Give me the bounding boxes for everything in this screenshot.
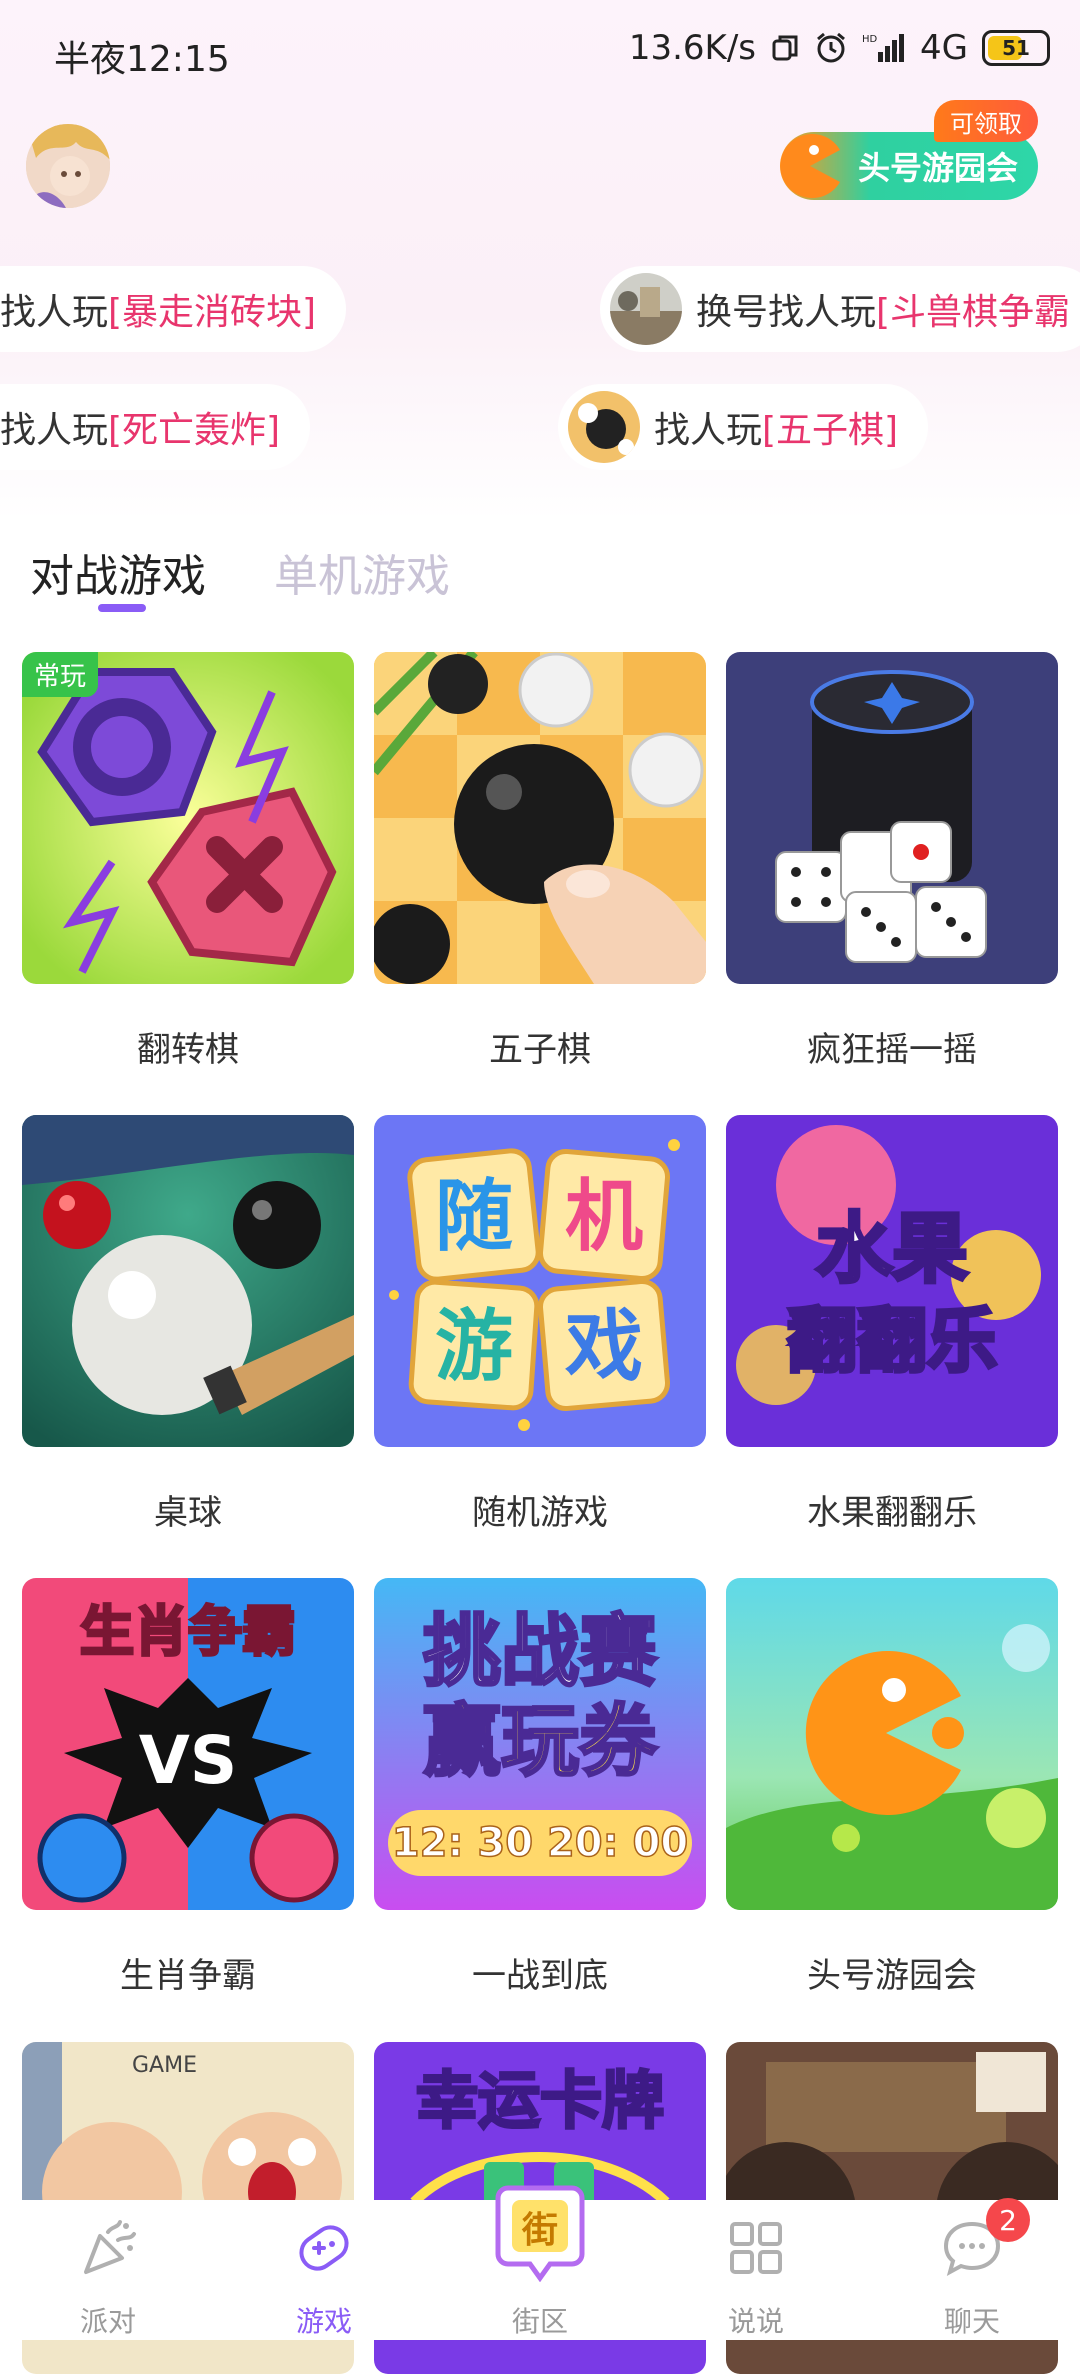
street-icon: 街	[495, 2185, 585, 2282]
chip-avatar	[610, 273, 682, 345]
marquee-chip[interactable]: 换号找人玩 [斗兽棋争霸	[600, 266, 1080, 352]
copy-icon	[772, 35, 798, 61]
tab-indicator	[98, 604, 146, 612]
art-text: 机	[565, 1172, 643, 1262]
chip-prefix: 换号找人玩	[696, 292, 877, 333]
art-text: 生肖争霸	[80, 1600, 296, 1663]
marquee-chip[interactable]: 找人玩 [暴走消砖块]	[0, 266, 347, 352]
game-name: 五子棋	[489, 1030, 591, 1070]
game-thumbnail	[374, 652, 706, 984]
chip-prefix: 找人玩	[0, 410, 109, 451]
game-tile-zodiac[interactable]: 生肖争霸 VS 生肖争霸	[22, 1578, 354, 1997]
tab-battle-games[interactable]: 对战游戏	[30, 540, 206, 604]
game-name: 桌球	[154, 1493, 222, 1533]
art-text: 12: 30 20: 00	[392, 1820, 688, 1866]
art-text: 翻翻乐	[787, 1300, 997, 1382]
svg-text:街: 街	[521, 2210, 558, 2251]
nav-label: 街区	[511, 2305, 568, 2338]
game-name: 头号游园会	[807, 1956, 977, 1996]
game-name: 一战到底	[472, 1956, 608, 1996]
game-name: 生肖争霸	[120, 1956, 256, 1996]
art-text: 赢玩券	[423, 1697, 658, 1787]
chat-unread-badge: 2	[986, 2198, 1030, 2242]
pacman-icon	[780, 134, 840, 198]
tab-single-games[interactable]: 单机游戏	[274, 540, 450, 604]
game-tile-gomoku[interactable]: 五子棋	[374, 652, 706, 1071]
chip-game: [死亡轰炸]	[108, 410, 281, 451]
game-name: 疯狂摇一摇	[807, 1030, 977, 1070]
game-tile-reversi[interactable]: 常玩 翻转棋	[22, 652, 354, 1071]
game-name: 随机游戏	[472, 1493, 608, 1533]
game-thumbnail: 生肖争霸 VS	[22, 1578, 354, 1910]
game-tile-billiards[interactable]: 桌球	[22, 1115, 354, 1534]
art-text: 随	[435, 1172, 513, 1262]
status-bar: 半夜12:15 13.6K/s HD 4G 51	[0, 0, 1080, 100]
game-thumbnail: 挑战赛 赢玩券 12: 30 20: 00	[374, 1578, 706, 1910]
art-text: 戏	[565, 1302, 643, 1392]
art-text: 水果	[816, 1204, 968, 1293]
game-thumbnail: 常玩	[22, 652, 354, 984]
nav-chat[interactable]: 聊天	[864, 2200, 1080, 2340]
network-type: 4G	[920, 28, 968, 68]
bottom-nav: 派对 游戏 街 街区 说说 聊天	[0, 2185, 1080, 2340]
nav-party[interactable]: 派对	[0, 2200, 216, 2340]
gamepad-icon	[299, 2225, 349, 2271]
net-speed: 13.6K/s	[628, 28, 757, 68]
status-icons: 13.6K/s HD 4G 51	[629, 28, 1050, 68]
nav-label: 游戏	[295, 2305, 352, 2338]
art-text: 挑战赛	[423, 1607, 658, 1697]
avatar[interactable]	[26, 124, 110, 208]
chip-game: [斗兽棋争霸	[876, 292, 1071, 333]
chip-prefix: 找人玩	[654, 410, 763, 451]
art-text: VS	[139, 1722, 238, 1799]
frequent-tag: 常玩	[22, 652, 99, 697]
game-tile-park-event[interactable]: 头号游园会	[726, 1578, 1058, 1997]
game-tile-shake[interactable]: 疯狂摇一摇	[726, 652, 1058, 1071]
party-popper-icon	[84, 2220, 136, 2274]
chip-avatar	[568, 391, 640, 463]
signal-icon: HD	[862, 34, 905, 62]
marquee-chip[interactable]: 找人玩 [死亡轰炸]	[0, 384, 311, 470]
marquee-chip[interactable]: 找人玩 [五子棋]	[558, 384, 929, 470]
claim-tag: 可领取	[934, 100, 1038, 142]
game-thumbnail: 随 机 游 戏	[374, 1115, 706, 1447]
chip-game: [暴走消砖块]	[108, 292, 317, 333]
game-thumbnail	[726, 652, 1058, 984]
chip-prefix: 找人玩	[0, 292, 109, 333]
game-thumbnail	[22, 1115, 354, 1447]
game-thumbnail	[726, 1578, 1058, 1910]
nav-street[interactable]: 街 街区	[432, 2185, 648, 2340]
game-tile-challenge[interactable]: 挑战赛 赢玩券 12: 30 20: 00 一战到底	[374, 1578, 706, 1997]
event-badge-button[interactable]: 头号游园会	[780, 132, 1038, 200]
game-thumbnail: 水果 翻翻乐	[726, 1115, 1058, 1447]
alarm-icon	[817, 32, 845, 63]
svg-text:HD: HD	[862, 34, 878, 45]
status-time: 半夜12:15	[54, 39, 230, 80]
nav-label: 派对	[79, 2305, 136, 2338]
chip-game: [五子棋]	[762, 410, 899, 451]
game-tile-random[interactable]: 随 机 游 戏 随机游戏	[374, 1115, 706, 1534]
art-text: 幸运卡牌	[416, 2064, 664, 2137]
art-text: GAME	[132, 2053, 197, 2078]
event-badge-label: 头号游园会	[857, 149, 1018, 187]
nav-games[interactable]: 游戏	[216, 2200, 432, 2340]
game-name: 翻转棋	[137, 1030, 239, 1070]
art-text: 游	[435, 1302, 513, 1392]
nav-label: 聊天	[943, 2305, 1000, 2338]
game-name: 水果翻翻乐	[807, 1493, 977, 1533]
battery-icon: 51	[982, 30, 1050, 66]
nav-label: 说说	[727, 2305, 784, 2338]
grid-icon	[730, 2222, 782, 2274]
nav-posts[interactable]: 说说	[648, 2200, 864, 2340]
game-tile-fruit-flip[interactable]: 水果 翻翻乐 水果翻翻乐	[726, 1115, 1058, 1534]
